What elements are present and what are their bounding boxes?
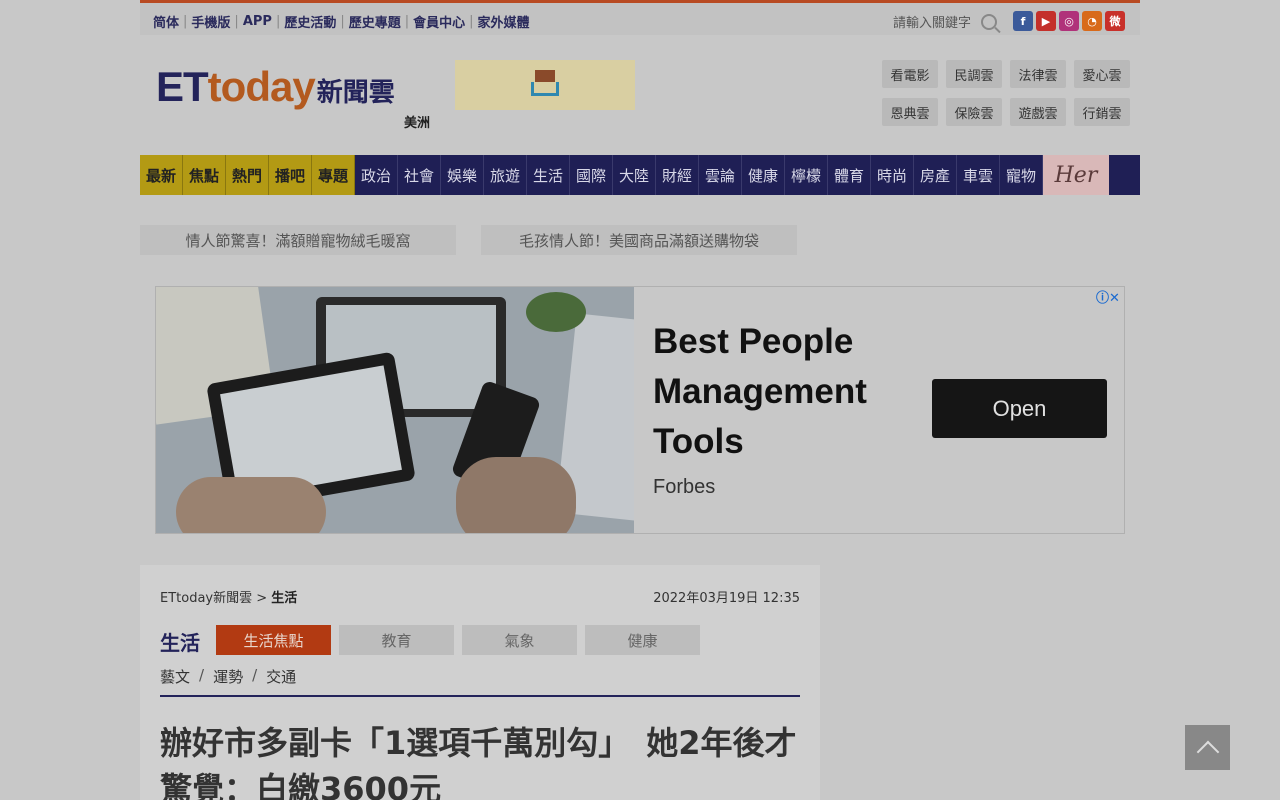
sublink-arts[interactable]: 藝文 [160, 666, 190, 687]
nav-item-mainland[interactable]: 大陸 [613, 155, 656, 195]
page-wrapper: 简体 | 手機版 | APP | 歷史活動 | 歷史專題 | 會員中心 | 家外媒體 請輸入… [140, 0, 1140, 800]
search-icon[interactable] [981, 13, 998, 30]
ad-image [156, 287, 634, 533]
nav-item-international[interactable]: 國際 [570, 155, 613, 195]
nav-item-entertainment[interactable]: 娛樂 [441, 155, 484, 195]
cloud-link-grace[interactable]: 恩典雲 [882, 98, 938, 126]
sublink-traffic[interactable]: 交通 [266, 666, 296, 687]
nav-item-health[interactable]: 健康 [742, 155, 785, 195]
ad-open-button[interactable]: Open [932, 379, 1107, 438]
nav-item-opinion[interactable]: 雲論 [699, 155, 742, 195]
back-to-top-button[interactable] [1185, 725, 1230, 770]
ad-choices-close-icon[interactable]: ⓘ✕ [1096, 287, 1120, 306]
top-link-outdoor-media[interactable]: 家外媒體 [478, 12, 530, 31]
subtab-health[interactable]: 健康 [585, 625, 700, 655]
section-subtabs: 生活焦點 教育 氣象 健康 [216, 625, 700, 655]
nav-item-sports[interactable]: 體育 [828, 155, 871, 195]
nav-item-focus[interactable]: 焦點 [183, 155, 226, 195]
header-banner-ad[interactable] [455, 60, 635, 110]
article-date: 2022年03月19日 12:35 [653, 591, 800, 606]
ad-title[interactable]: Best People Management Tools [653, 317, 867, 467]
nav-item-pets[interactable]: 寵物 [1000, 155, 1043, 195]
main-nav: 最新 焦點 熱門 播吧 專題 政治 社會 娛樂 旅遊 生活 國際 大陸 財經 雲… [140, 155, 1140, 195]
nav-item-travel[interactable]: 旅遊 [484, 155, 527, 195]
display-ad[interactable]: Best People Management Tools Forbes Open… [155, 286, 1125, 534]
top-link-mobile[interactable]: 手機版 [191, 12, 230, 31]
facebook-icon[interactable]: f [1013, 11, 1033, 31]
region-label[interactable]: 美洲 [404, 112, 430, 131]
breadcrumb-root[interactable]: ETtoday新聞雲 > [160, 591, 267, 606]
promo-link-1[interactable]: 情人節驚喜！滿額贈寵物絨毛暖窩 [140, 225, 456, 255]
nav-item-her[interactable]: Her [1043, 155, 1109, 195]
section-divider [160, 695, 800, 697]
logo-cn: 新聞雲 [316, 78, 395, 108]
promo-link-2[interactable]: 毛孩情人節！美國商品滿額送購物袋 [481, 225, 797, 255]
subtab-education[interactable]: 教育 [339, 625, 454, 655]
ad-brand: Forbes [653, 476, 716, 498]
nav-item-hot[interactable]: 熱門 [226, 155, 269, 195]
nav-item-politics[interactable]: 政治 [355, 155, 398, 195]
nav-item-latest[interactable]: 最新 [140, 155, 183, 195]
nav-item-cars[interactable]: 車雲 [957, 155, 1000, 195]
top-link-simplified[interactable]: 简体 [153, 12, 179, 31]
logo-today: today [207, 63, 316, 110]
subtab-life-focus[interactable]: 生活焦點 [216, 625, 331, 655]
nav-item-special[interactable]: 專題 [312, 155, 355, 195]
site-header: ET today 新聞雲 美洲 看電影 民調雲 法律雲 愛心雲 恩典雲 保險雲 遊戲… [140, 35, 1140, 155]
youtube-icon[interactable]: ▶ [1036, 11, 1056, 31]
sublink-fortune[interactable]: 運勢 [213, 666, 243, 687]
top-link-member[interactable]: 會員中心 [413, 12, 465, 31]
subtab-weather[interactable]: 氣象 [462, 625, 577, 655]
rss-icon[interactable]: ◔ [1082, 11, 1102, 31]
cloud-link-marketing[interactable]: 行銷雲 [1074, 98, 1130, 126]
top-bar: 简体 | 手機版 | APP | 歷史活動 | 歷史專題 | 會員中心 | 家外媒體 請輸入… [140, 3, 1140, 35]
shopping-basket-icon [525, 70, 565, 100]
search-box[interactable]: 請輸入關鍵字 [893, 12, 998, 31]
top-link-topics[interactable]: 歷史專題 [349, 12, 401, 31]
nav-item-fashion[interactable]: 時尚 [871, 155, 914, 195]
nav-item-lemon[interactable]: 檸檬 [785, 155, 828, 195]
nav-item-property[interactable]: 房產 [914, 155, 957, 195]
cloud-link-charity[interactable]: 愛心雲 [1074, 60, 1130, 88]
site-logo[interactable]: ET today 新聞雲 [156, 63, 395, 111]
chevron-up-icon [1196, 740, 1219, 763]
cloud-link-games[interactable]: 遊戲雲 [1010, 98, 1066, 126]
breadcrumb: ETtoday新聞雲 > 生活 [160, 587, 297, 606]
top-link-events[interactable]: 歷史活動 [284, 12, 336, 31]
top-link-app[interactable]: APP [243, 14, 272, 29]
section-sublinks: 藝文 / 運勢 / 交通 [160, 666, 297, 687]
nav-item-society[interactable]: 社會 [398, 155, 441, 195]
article-panel: ETtoday新聞雲 > 生活 2022年03月19日 12:35 生活 生活焦… [140, 565, 820, 800]
article-headline: 辦好市多副卡「1選項千萬別勾」 她2年後才驚覺：白繳3600元 [160, 724, 797, 800]
top-links: 简体 | 手機版 | APP | 歷史活動 | 歷史專題 | 會員中心 | 家外媒體 [153, 12, 530, 31]
nav-item-life[interactable]: 生活 [527, 155, 570, 195]
cloud-link-law[interactable]: 法律雲 [1010, 60, 1066, 88]
section-title: 生活 [160, 631, 200, 655]
search-input[interactable]: 請輸入關鍵字 [893, 12, 971, 31]
cloud-link-polls[interactable]: 民調雲 [946, 60, 1002, 88]
cloud-link-movies[interactable]: 看電影 [882, 60, 938, 88]
logo-et: ET [156, 63, 209, 110]
social-links: f ▶ ◎ ◔ 微 [1013, 11, 1125, 31]
instagram-icon[interactable]: ◎ [1059, 11, 1079, 31]
cloud-links: 看電影 民調雲 法律雲 愛心雲 恩典雲 保險雲 遊戲雲 行銷雲 [882, 60, 1130, 126]
weibo-icon[interactable]: 微 [1105, 11, 1125, 31]
breadcrumb-current[interactable]: 生活 [271, 591, 297, 606]
nav-item-finance[interactable]: 財經 [656, 155, 699, 195]
nav-item-broadcast[interactable]: 播吧 [269, 155, 312, 195]
cloud-link-insurance[interactable]: 保險雲 [946, 98, 1002, 126]
